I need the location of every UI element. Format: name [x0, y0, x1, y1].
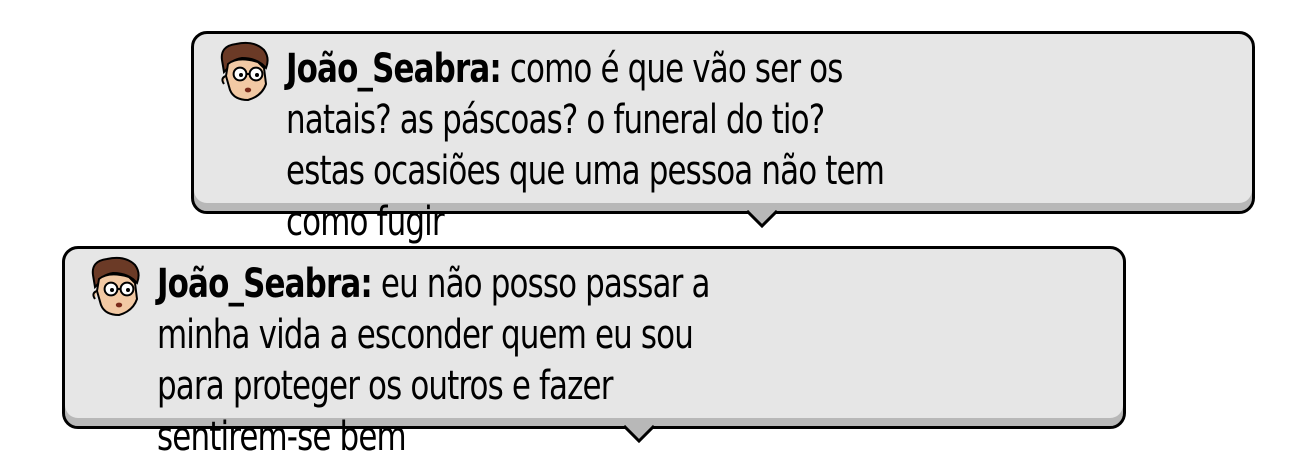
chat-message: João_Seabra: eu não posso passar a minha… — [157, 259, 759, 463]
habbo-avatar-icon — [91, 256, 140, 317]
chat-bubble: João_Seabra: eu não posso passar a minha… — [62, 246, 1126, 460]
habbo-avatar-icon — [220, 41, 269, 102]
bubble-tail-icon — [747, 210, 777, 228]
chat-message: João_Seabra: como é que vão ser os natai… — [286, 44, 888, 248]
chat-username: João_Seabra: — [286, 46, 502, 92]
chat-bubble: João_Seabra: como é que vão ser os natai… — [191, 31, 1255, 245]
chat-username: João_Seabra: — [157, 261, 373, 307]
bubble-tail-icon — [624, 425, 654, 443]
